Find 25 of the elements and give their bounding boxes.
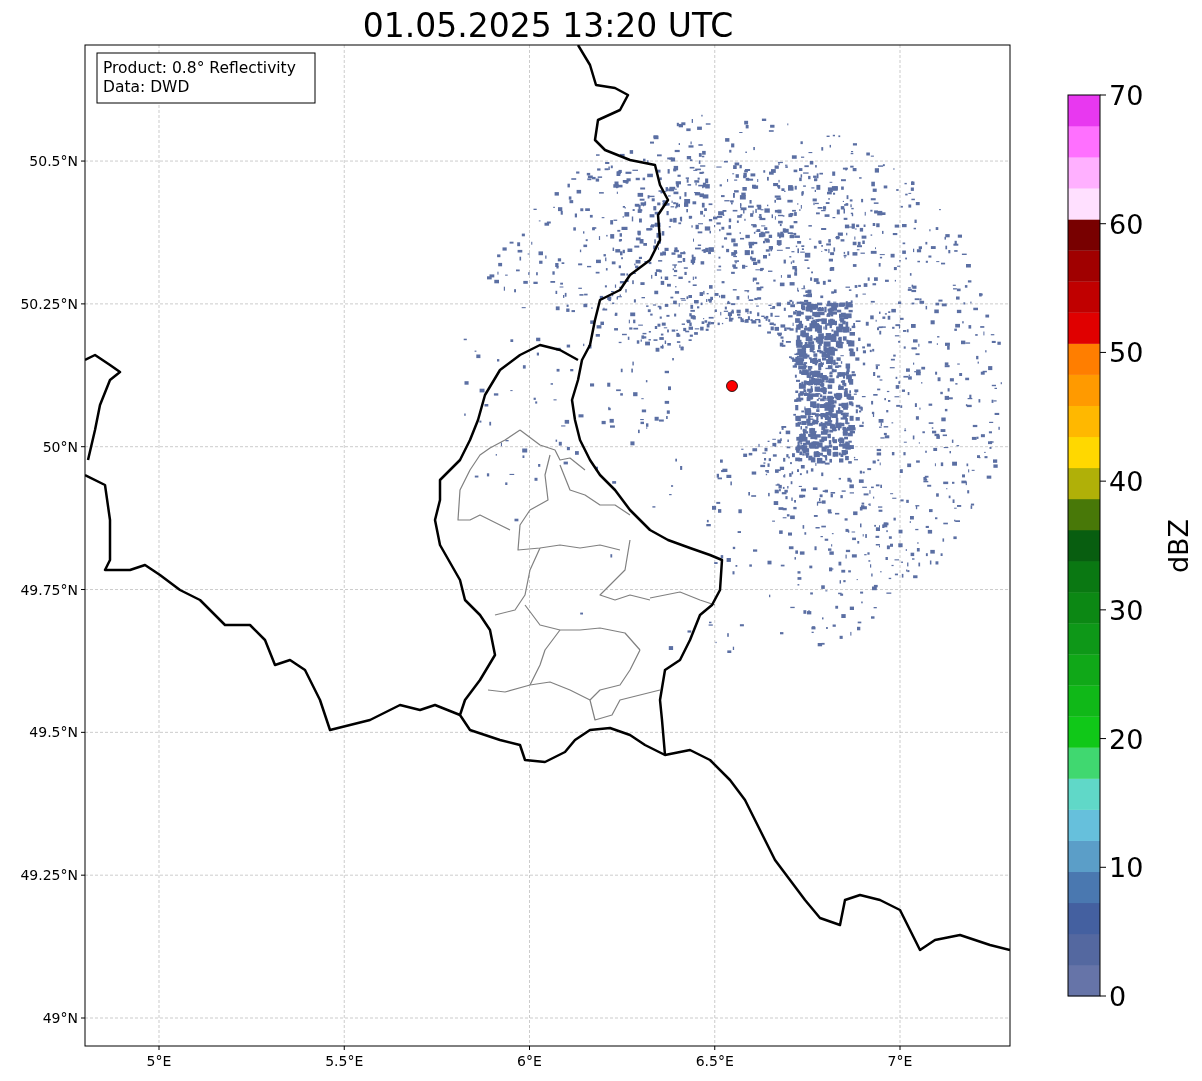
- axis-tick-label: 49.25°N: [20, 867, 78, 884]
- colorbar-tick-label: 70: [1109, 80, 1144, 111]
- info-text: Data: DWD: [103, 78, 190, 96]
- colorbar-tick-label: 50: [1109, 337, 1144, 369]
- axis-tick-label: 49.5°N: [29, 724, 78, 741]
- colorbar-label: dBZ: [1163, 518, 1194, 574]
- axis-tick-label: 5°E: [146, 1053, 172, 1069]
- colorbar-tick-label: 30: [1109, 594, 1144, 626]
- radar-site-marker: [726, 380, 738, 392]
- axis-tick-label: 50°N: [42, 438, 78, 455]
- axis-tick-label: 50.25°N: [20, 295, 78, 312]
- axis-tick-label: 6.5°E: [695, 1053, 734, 1069]
- axis-tick-label: 5.5°E: [325, 1053, 364, 1069]
- info-text: Product: 0.8° Reflectivity: [103, 59, 296, 77]
- colorbar-tick-label: 20: [1109, 723, 1144, 755]
- axis-tick-label: 7°E: [887, 1053, 913, 1069]
- axis-tick-label: 49.75°N: [20, 581, 78, 598]
- axis-tick-label: 50.5°N: [29, 153, 78, 170]
- colorbar-tick-label: 40: [1109, 466, 1144, 498]
- axis-tick-label: 6°E: [517, 1053, 542, 1069]
- chart-title: 01.05.2025 13:20 UTC: [362, 6, 734, 45]
- axis-tick-label: 49°N: [42, 1010, 78, 1026]
- colorbar-tick-label: 0: [1109, 981, 1127, 1012]
- colorbar-tick-label: 60: [1109, 208, 1144, 240]
- colorbar-tick-label: 10: [1109, 852, 1144, 884]
